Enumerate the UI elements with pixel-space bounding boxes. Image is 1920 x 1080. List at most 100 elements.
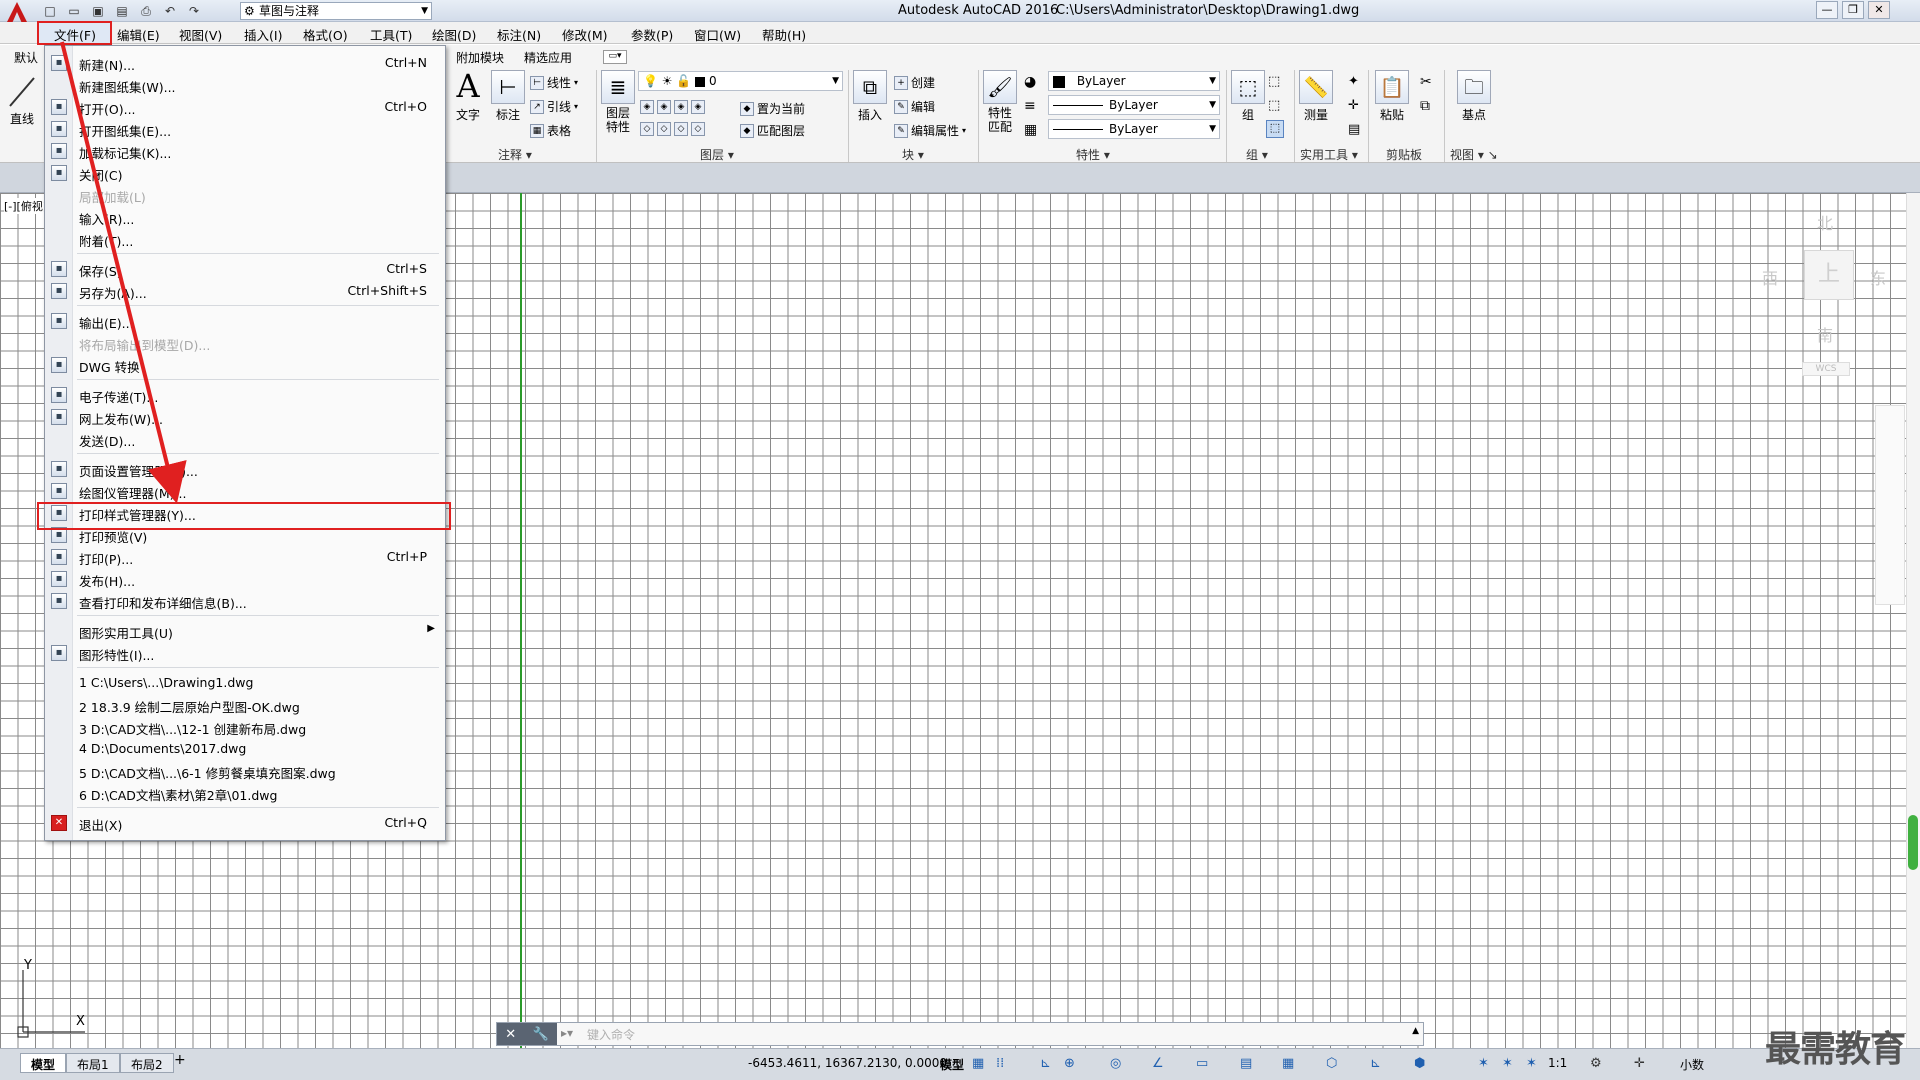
menu-item-14[interactable]: ▪ 电子传递(T)...	[45, 384, 445, 406]
command-input[interactable]: 键入命令	[587, 1026, 635, 1043]
color-wheel-icon[interactable]: ◕	[1024, 74, 1036, 90]
menu-item-1[interactable]: 新建图纸集(W)...	[45, 74, 445, 96]
annotation-scale-icon[interactable]: ✶	[1526, 1056, 1537, 1071]
layer-tools-row-2[interactable]: ◇ ◇ ◇ ◇	[640, 122, 705, 136]
close-icon[interactable]: ✕	[505, 1027, 516, 1042]
annotation-monitor-icon[interactable]: ⬢	[1414, 1056, 1425, 1071]
group-select-icon[interactable]: ⬚	[1266, 120, 1284, 138]
menu-item-29[interactable]: 4 D:\Documents\2017.dwg	[45, 738, 445, 760]
polar-icon[interactable]: ⊕	[1064, 1056, 1075, 1071]
menu-item-22[interactable]: ▪ 发布(H)...	[45, 568, 445, 590]
menu-item-3[interactable]: ▪ 打开图纸集(E)...	[45, 118, 445, 140]
menu-item-13[interactable]: ▪ DWG 转换	[45, 354, 445, 376]
menu-item-30[interactable]: 5 D:\CAD文档\...\6-1 修剪餐桌填充图案.dwg	[45, 760, 445, 782]
dynamic-ucs-icon[interactable]: ⊾	[1370, 1056, 1381, 1071]
menu-item-0[interactable]: ▪ 新建(N)... Ctrl+N	[45, 52, 445, 74]
panel-label-view[interactable]: 视图 ▾ ↘	[1450, 146, 1498, 163]
wcs-menu[interactable]: WCS	[1802, 362, 1850, 376]
workspace-dropdown[interactable]: ⚙ 草图与注释 ▼	[240, 2, 432, 20]
paste-button[interactable]: 📋 粘贴	[1372, 70, 1412, 123]
command-prompt-icon[interactable]: ▸▾	[561, 1026, 573, 1040]
panel-label-properties[interactable]: 特性 ▾	[1076, 146, 1110, 163]
menu-item-17[interactable]: ▪ 页面设置管理器(G)...	[45, 458, 445, 480]
panel-label-groups[interactable]: 组 ▾	[1246, 146, 1268, 163]
redo-icon[interactable]: ↷	[184, 2, 204, 20]
base-point-button[interactable]: 🗀 基点	[1454, 70, 1494, 123]
edit-block-button[interactable]: ✎ 编辑	[894, 98, 935, 115]
lineweight-toggle-icon[interactable]: ▭	[1196, 1056, 1208, 1071]
scrollbar-thumb[interactable]	[1908, 815, 1918, 870]
menu-item-31[interactable]: 6 D:\CAD文档\素材\第2章\01.dwg	[45, 782, 445, 804]
new-icon[interactable]: □	[40, 2, 60, 20]
menu-item-24[interactable]: 图形实用工具(U) ▶	[45, 620, 445, 642]
menu-item-2[interactable]: ▪ 打开(O)... Ctrl+O	[45, 96, 445, 118]
maximize-button[interactable]: ❐	[1842, 1, 1864, 19]
copy-icon[interactable]: ⧉	[1420, 98, 1430, 114]
wrench-icon[interactable]: 🔧	[533, 1027, 549, 1042]
layer-properties-button[interactable]: ≣ 图层 特性	[598, 70, 638, 134]
otrack-icon[interactable]: ∠	[1152, 1056, 1164, 1071]
osnap-icon[interactable]: ◎	[1110, 1056, 1121, 1071]
snap-icon[interactable]: ⁞⁞	[996, 1056, 1004, 1071]
menu-modify[interactable]: 修改(M)	[562, 25, 608, 44]
viewcube-east[interactable]: 东	[1870, 265, 1886, 289]
insert-block-button[interactable]: ⧉ 插入	[850, 70, 890, 123]
lineweight-icon[interactable]: ≡	[1024, 98, 1036, 114]
menu-params[interactable]: 参数(P)	[631, 25, 673, 44]
menu-item-10[interactable]: ▪ 另存为(A)... Ctrl+Shift+S	[45, 280, 445, 302]
print-icon[interactable]: ⎙	[136, 2, 156, 20]
measure-button[interactable]: 📏 测量	[1296, 70, 1336, 123]
navigation-bar[interactable]	[1875, 405, 1905, 605]
tab-layout1[interactable]: 布局1	[66, 1053, 120, 1073]
panel-label-block[interactable]: 块 ▾	[902, 146, 924, 163]
annotation-scale-value[interactable]: 1:1	[1548, 1056, 1567, 1070]
grid-icon[interactable]: ▦	[972, 1056, 984, 1071]
cut-icon[interactable]: ✂	[1420, 74, 1432, 90]
point-icon[interactable]: ✛	[1348, 98, 1359, 113]
tab-model[interactable]: 模型	[20, 1053, 67, 1073]
set-current-button[interactable]: ◆ 置为当前	[740, 100, 805, 117]
layer-dropdown[interactable]: 💡 ☀ 🔓 0 ▼	[638, 71, 843, 91]
menu-item-18[interactable]: ▪ 绘图仪管理器(M)...	[45, 480, 445, 502]
save-icon[interactable]: ▣	[88, 2, 108, 20]
transparency-toggle-icon[interactable]: ▤	[1240, 1056, 1252, 1071]
viewport-controls-label[interactable]: [-][俯视]	[4, 198, 48, 214]
menu-item-11[interactable]: ▪ 输出(E)...	[45, 310, 445, 332]
ortho-icon[interactable]: ⊾	[1040, 1056, 1051, 1071]
panel-label-clipboard[interactable]: 剪贴板	[1386, 146, 1422, 163]
gear-icon[interactable]: ⚙	[1590, 1056, 1602, 1071]
create-block-button[interactable]: + 创建	[894, 74, 935, 91]
menu-item-32[interactable]: ✕ 退出(X) Ctrl+Q	[45, 812, 445, 834]
saveas-icon[interactable]: ▤	[112, 2, 132, 20]
menu-insert[interactable]: 插入(I)	[244, 25, 282, 44]
menu-edit[interactable]: 编辑(E)	[117, 25, 160, 44]
model-space-button[interactable]: 模型	[940, 1056, 964, 1073]
menu-item-21[interactable]: ▪ 打印(P)... Ctrl+P	[45, 546, 445, 568]
menu-window[interactable]: 窗口(W)	[694, 25, 741, 44]
group-button[interactable]: ⬚ 组	[1228, 70, 1268, 123]
group-edit-icon[interactable]: ⬚	[1268, 98, 1280, 113]
close-button[interactable]: ✕	[1868, 1, 1890, 19]
panel-label-utilities[interactable]: 实用工具 ▾	[1300, 146, 1358, 163]
menu-view[interactable]: 视图(V)	[179, 25, 222, 44]
calculator-icon[interactable]: ▤	[1348, 122, 1360, 137]
text-tool[interactable]: A 文字	[448, 70, 488, 123]
match-layer-button[interactable]: ◆ 匹配图层	[740, 122, 805, 139]
layer-tools-row[interactable]: ◈ ◈ ◈ ◈	[640, 100, 705, 114]
menu-help[interactable]: 帮助(H)	[762, 25, 806, 44]
table-button[interactable]: ▦ 表格	[530, 122, 571, 139]
viewcube-north[interactable]: 北	[1817, 210, 1833, 234]
line-tool-icon[interactable]	[4, 72, 40, 112]
add-layout-icon[interactable]: +	[174, 1052, 186, 1068]
menu-item-7[interactable]: 输入(R)...	[45, 206, 445, 228]
units-label[interactable]: 小数	[1680, 1056, 1704, 1073]
menu-format[interactable]: 格式(O)	[303, 25, 348, 44]
minimize-button[interactable]: —	[1816, 1, 1838, 19]
open-icon[interactable]: ▭	[64, 2, 84, 20]
menu-item-27[interactable]: 2 18.3.9 绘制二层原始户型图-OK.dwg	[45, 694, 445, 716]
viewcube-top-face[interactable]: 上	[1804, 250, 1854, 300]
vertical-scrollbar[interactable]	[1906, 193, 1920, 1048]
menu-item-9[interactable]: ▪ 保存(S) Ctrl+S	[45, 258, 445, 280]
menu-item-8[interactable]: 附着(T)...	[45, 228, 445, 250]
panel-label-annotation[interactable]: 注释 ▾	[498, 146, 532, 163]
